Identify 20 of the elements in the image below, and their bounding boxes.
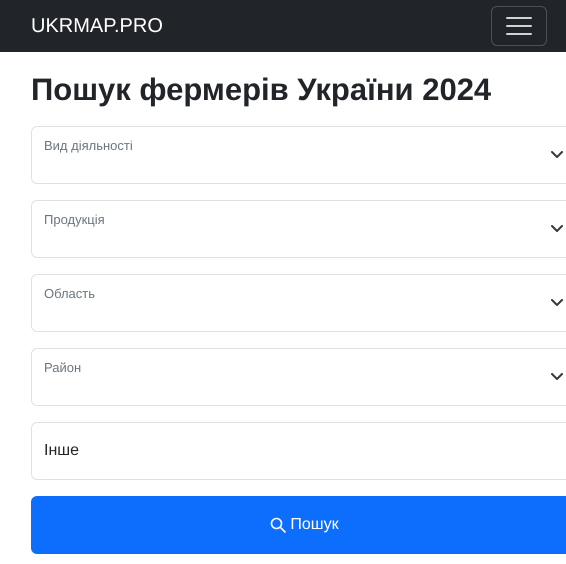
chevron-down-icon bbox=[551, 225, 563, 233]
menu-button[interactable] bbox=[491, 6, 547, 46]
input-field[interactable]: Інше bbox=[31, 422, 566, 480]
menu-icon bbox=[506, 16, 532, 36]
field-label: Район bbox=[44, 359, 82, 377]
page-heading: Пошук фермерів України 2024 bbox=[31, 71, 492, 109]
chevron-down-icon bbox=[551, 373, 563, 381]
field-label: Продукція bbox=[44, 211, 105, 229]
select-field[interactable]: Вид діяльності bbox=[31, 126, 566, 184]
select-field[interactable]: Область bbox=[31, 274, 566, 332]
field-label: Область bbox=[44, 285, 96, 303]
field-label: Вид діяльності bbox=[44, 137, 133, 155]
search-icon bbox=[270, 517, 286, 533]
search-button[interactable]: Пошук bbox=[31, 496, 566, 554]
field-label: Інше bbox=[44, 441, 80, 461]
select-field[interactable]: Продукція bbox=[31, 200, 566, 258]
chevron-down-icon bbox=[551, 151, 563, 159]
brand-link[interactable]: UKRMAP.PRO bbox=[31, 11, 163, 41]
chevron-down-icon bbox=[551, 299, 563, 307]
select-field[interactable]: Район bbox=[31, 348, 566, 406]
